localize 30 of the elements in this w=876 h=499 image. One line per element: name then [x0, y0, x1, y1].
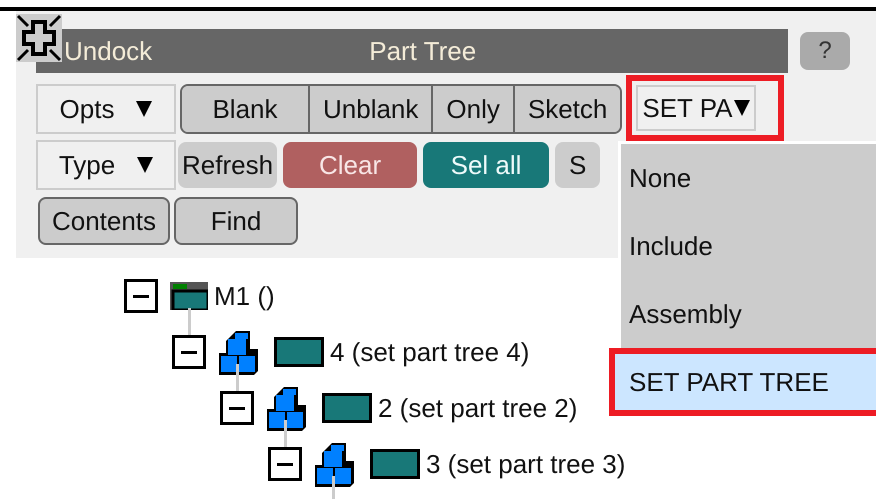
tree-item[interactable]: 3 (set part tree 3) [426, 448, 626, 480]
toolbar-button[interactable]: S [555, 142, 600, 188]
toolbar-button[interactable]: Find [174, 197, 298, 245]
set-dropdown[interactable]: SET PA [636, 85, 756, 131]
panel-title: Part Tree [369, 36, 476, 66]
undock-label[interactable]: Undock [64, 36, 152, 66]
collapse-toggle[interactable] [124, 279, 158, 313]
collapse-toggle[interactable] [268, 447, 302, 481]
color-swatch [370, 449, 420, 479]
toolbar-button[interactable]: Refresh [178, 142, 278, 188]
tree-item[interactable]: 4 (set part tree 4) [330, 336, 530, 368]
type-dropdown[interactable]: Type [36, 140, 176, 190]
menu-item[interactable]: Assembly [609, 280, 876, 348]
toolbar-button[interactable]: Contents [38, 197, 170, 245]
folder-icon [170, 282, 208, 310]
color-swatch [274, 337, 324, 367]
opts-dropdown[interactable]: Opts [36, 84, 176, 134]
help-button[interactable]: ? [800, 32, 850, 70]
menu-item[interactable]: None [609, 144, 876, 212]
menu-item[interactable]: SET PART TREE [609, 348, 876, 416]
tree-item[interactable]: 2 (set part tree 2) [378, 392, 578, 424]
menu-item[interactable]: Include [609, 212, 876, 280]
toolbar-button[interactable]: Sketch [512, 86, 620, 132]
collapse-toggle[interactable] [172, 335, 206, 369]
tree-item[interactable]: M1 () [214, 280, 275, 312]
collapse-toggle[interactable] [220, 391, 254, 425]
color-swatch [322, 393, 372, 423]
move-icon[interactable] [16, 14, 62, 62]
toolbar-button[interactable]: Clear [283, 142, 418, 188]
toolbar-button[interactable]: Sel all [423, 142, 550, 188]
